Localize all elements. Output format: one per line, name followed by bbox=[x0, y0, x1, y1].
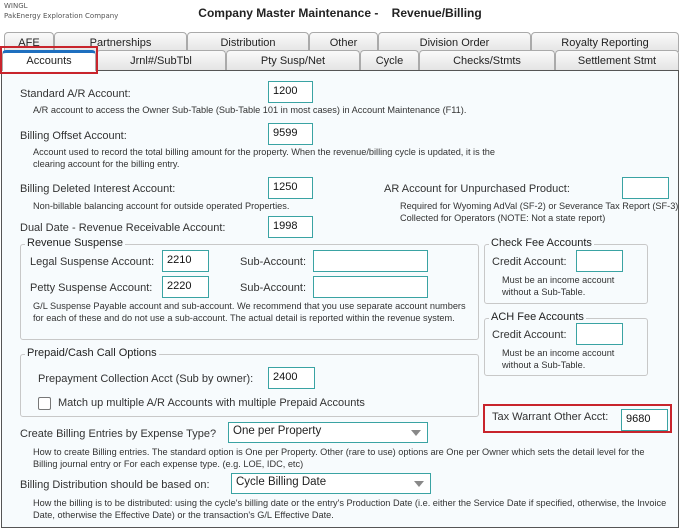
accounts-tab-highlight bbox=[0, 46, 98, 74]
ach-fee-title: ACH Fee Accounts bbox=[489, 311, 586, 323]
tab-checks-stmts[interactable]: Checks/Stmts bbox=[419, 50, 555, 70]
prepaid-title: Prepaid/Cash Call Options bbox=[25, 347, 159, 359]
prepaid-input[interactable]: 2400 bbox=[268, 367, 315, 389]
match-ar-label: Match up multiple A/R Accounts with mult… bbox=[58, 397, 365, 409]
petty-input[interactable]: 2220 bbox=[162, 276, 209, 298]
chevron-down-icon bbox=[414, 481, 424, 487]
deleted-desc: Non-billable balancing account for outsi… bbox=[33, 201, 290, 211]
billing-entries-label: Create Billing Entries by Expense Type? bbox=[20, 428, 217, 440]
billing-dist-label: Billing Distribution should be based on: bbox=[20, 479, 210, 491]
prepaid-label: Prepayment Collection Acct (Sub by owner… bbox=[38, 373, 254, 385]
chevron-down-icon bbox=[411, 430, 421, 436]
suspense-desc: G/L Suspense Payable account and sub-acc… bbox=[33, 301, 466, 323]
tab-cycle[interactable]: Cycle bbox=[360, 50, 419, 70]
deleted-input[interactable]: 1250 bbox=[268, 177, 313, 199]
sub-label-1: Sub-Account: bbox=[240, 256, 307, 268]
billing-dist-select[interactable]: Cycle Billing Date bbox=[231, 473, 431, 494]
tab-other[interactable]: Other bbox=[309, 32, 378, 52]
offset-label: Billing Offset Account: bbox=[20, 130, 127, 142]
tab-distribution[interactable]: Distribution bbox=[187, 32, 309, 52]
revenue-suspense-title: Revenue Suspense bbox=[25, 237, 126, 249]
legal-sub-input[interactable] bbox=[313, 250, 428, 272]
billing-entries-value: One per Property bbox=[233, 425, 322, 437]
tab-pty-susp-net[interactable]: Pty Susp/Net bbox=[226, 50, 360, 70]
unpurch-input[interactable] bbox=[622, 177, 669, 199]
legal-label: Legal Suspense Account: bbox=[30, 256, 155, 268]
unpurch-desc: Required for Wyoming AdVal (SF-2) or Sev… bbox=[400, 201, 679, 223]
legal-input[interactable]: 2210 bbox=[162, 250, 209, 272]
dual-label: Dual Date - Revenue Receivable Account: bbox=[20, 222, 226, 234]
title-bar: WINGL PakEnergy Exploration Company Compa… bbox=[0, 0, 680, 30]
match-ar-checkbox[interactable] bbox=[38, 397, 51, 410]
petty-label: Petty Suspense Account: bbox=[30, 282, 153, 294]
dual-input[interactable]: 1998 bbox=[268, 216, 313, 238]
check-fee-input[interactable] bbox=[576, 250, 623, 272]
tab-division-order[interactable]: Division Order bbox=[378, 32, 531, 52]
ach-fee-input[interactable] bbox=[576, 323, 623, 345]
check-fee-label: Credit Account: bbox=[492, 256, 567, 268]
tab-jrnl-subtbl[interactable]: Jrnl#/SubTbl bbox=[96, 50, 226, 70]
unpurch-label: AR Account for Unpurchased Product: bbox=[384, 183, 570, 195]
std-ar-desc: A/R account to access the Owner Sub-Tabl… bbox=[33, 105, 467, 115]
offset-desc: Account used to record the total billing… bbox=[33, 147, 496, 169]
tab-settlement-stmt[interactable]: Settlement Stmt bbox=[555, 50, 679, 70]
sub-label-2: Sub-Account: bbox=[240, 282, 307, 294]
billing-entries-desc: How to create Billing entries. The stand… bbox=[33, 447, 645, 469]
offset-input[interactable]: 9599 bbox=[268, 123, 313, 145]
tax-warrant-label: Tax Warrant Other Acct: bbox=[492, 411, 609, 423]
std-ar-input[interactable]: 1200 bbox=[268, 81, 313, 103]
check-fee-desc: Must be an income account without a Sub-… bbox=[502, 275, 615, 297]
billing-dist-value: Cycle Billing Date bbox=[236, 476, 327, 488]
billing-entries-select[interactable]: One per Property bbox=[228, 422, 428, 443]
deleted-label: Billing Deleted Interest Account: bbox=[20, 183, 176, 195]
billing-dist-desc: How the billing is to be distributed: us… bbox=[33, 498, 667, 520]
window-title: Company Master Maintenance - Revenue/Bil… bbox=[198, 6, 482, 20]
tax-warrant-input[interactable]: 9680 bbox=[621, 409, 668, 431]
ach-fee-label: Credit Account: bbox=[492, 329, 567, 341]
std-ar-label: Standard A/R Account: bbox=[20, 88, 131, 100]
ach-fee-desc: Must be an income account without a Sub-… bbox=[502, 348, 615, 370]
check-fee-title: Check Fee Accounts bbox=[489, 237, 594, 249]
petty-sub-input[interactable] bbox=[313, 276, 428, 298]
tab-royalty-reporting[interactable]: Royalty Reporting bbox=[531, 32, 679, 52]
